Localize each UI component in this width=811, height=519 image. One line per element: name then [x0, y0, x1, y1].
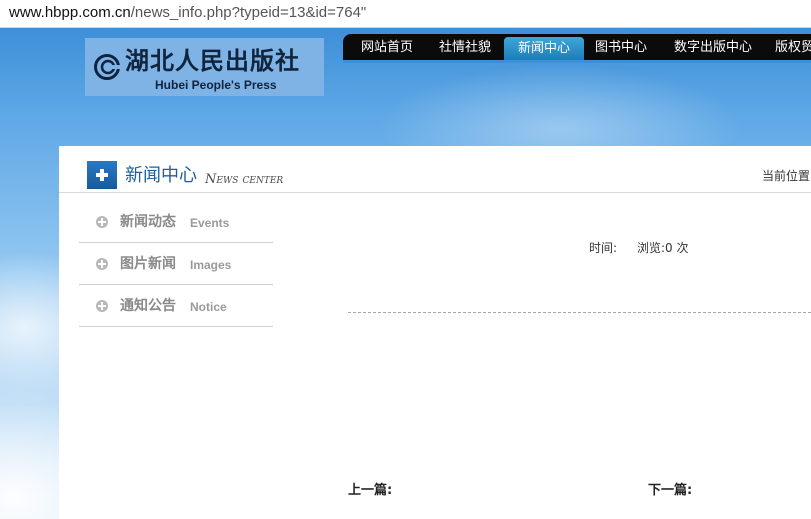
sidebar-item-events[interactable]: 新闻动态 Events [79, 201, 273, 243]
main-nav: 网站首页 社情社貌 新闻中心 图书中心 数字出版中心 版权贸 [343, 34, 811, 63]
sidebar-item-notice[interactable]: 通知公告 Notice [79, 285, 273, 327]
url-text[interactable]: www.hbpp.com.cn/news_info.php?typeid=13&… [9, 3, 366, 23]
url-host: www.hbpp.com.cn [9, 4, 131, 21]
article-views: 浏览:0 次 [637, 241, 689, 255]
nav-item-about[interactable]: 社情社貌 [439, 34, 491, 60]
logo-name-cn: 湖北人民出版社 [125, 46, 300, 75]
nav-item-home[interactable]: 网站首页 [361, 34, 413, 60]
press-logo-icon [94, 54, 120, 80]
plus-circle-icon [96, 258, 108, 270]
nav-item-digital[interactable]: 数字出版中心 [674, 34, 752, 60]
site-logo[interactable]: 湖北人民出版社 Hubei People's Press [85, 38, 324, 96]
sidebar-item-sublabel: Events [190, 216, 230, 230]
url-path: /news_info.php?typeid=13&id=764" [130, 4, 367, 21]
plus-circle-icon [96, 216, 108, 228]
article-time: 时间: [589, 241, 618, 255]
sidebar: 新闻动态 Events 图片新闻 Images 通知公告 Notice [79, 201, 273, 327]
section-title: 新闻中心 [125, 165, 197, 186]
sidebar-item-label: 图片新闻 [120, 256, 176, 272]
sidebar-item-sublabel: Images [190, 258, 232, 272]
plus-circle-icon [96, 300, 108, 312]
plus-icon [87, 161, 117, 189]
content-panel: 新闻中心 News center 当前位置 新闻动态 Events 图片新闻 I… [59, 146, 811, 519]
breadcrumb: 当前位置 [762, 169, 811, 183]
sidebar-item-label: 通知公告 [120, 298, 176, 314]
sidebar-item-sublabel: Notice [190, 300, 227, 314]
nav-item-books[interactable]: 图书中心 [595, 34, 647, 60]
section-header: 新闻中心 News center 当前位置 [59, 146, 811, 193]
nav-item-copyright[interactable]: 版权贸 [775, 34, 811, 60]
next-article-link[interactable]: 下一篇: [648, 482, 692, 500]
prev-article-link[interactable]: 上一篇: [348, 482, 392, 500]
section-subtitle: News center [205, 172, 284, 187]
logo-name-en: Hubei People's Press [155, 78, 277, 92]
address-bar[interactable]: www.hbpp.com.cn/news_info.php?typeid=13&… [0, 0, 811, 28]
article-divider [348, 312, 811, 313]
nav-item-news[interactable]: 新闻中心 [504, 37, 585, 60]
sidebar-item-images[interactable]: 图片新闻 Images [79, 243, 273, 285]
sidebar-item-label: 新闻动态 [120, 214, 176, 230]
